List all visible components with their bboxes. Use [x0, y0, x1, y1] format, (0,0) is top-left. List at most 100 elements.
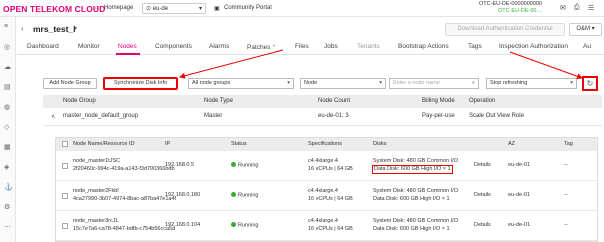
billing-mode-value: Pay-per-use	[422, 113, 455, 119]
data-disk: Data Disk: 600 GB High I/O × 1	[372, 165, 453, 174]
chevron-down-icon: ▾	[379, 80, 382, 86]
tab-components[interactable]: Components	[155, 43, 192, 50]
download-credential-button[interactable]: Download Authentication Credential	[445, 23, 565, 36]
system-disk: System Disk: 480 GB Common I/O	[373, 218, 458, 224]
top-bar: OPEN TELEKOM CLOUD ⌂ Homepage ⊙ eu-de ▾ ▣…	[0, 0, 604, 17]
tab-bootstrap-actions[interactable]: Bootstrap Actions	[398, 43, 449, 50]
details-link[interactable]: Details	[474, 162, 491, 169]
home-icon[interactable]: ⌂	[95, 5, 99, 11]
community-portal-link[interactable]: Community Portal	[224, 5, 272, 11]
status-text: Running	[238, 162, 259, 169]
status-running-icon	[231, 162, 236, 167]
node-ip: 192.168.0.104	[165, 222, 201, 228]
region-select[interactable]: ⊙ eu-de ▾	[142, 3, 206, 14]
tab-nodes[interactable]: Nodes	[118, 43, 137, 50]
globe-icon[interactable]: ◎	[4, 43, 10, 51]
menu-icon[interactable]: ☰	[588, 4, 594, 12]
account-info[interactable]: OTC-EU-DE-0000000000 OTC-EU-DE-00…	[479, 1, 542, 15]
nodes-table-header: Node Name/Resource ID IP Status Specific…	[56, 138, 597, 151]
tab-dashboard[interactable]: Dashboard	[27, 43, 59, 50]
row-checkbox[interactable]	[62, 193, 68, 199]
col-operation: Operation	[469, 98, 496, 104]
tab-au[interactable]: Au	[583, 43, 591, 50]
node-group-table-header: Node Group Node Type Node Count Billing …	[43, 95, 602, 108]
node-group-filter-value: All node groups	[192, 80, 231, 86]
database-icon[interactable]: ◍	[4, 103, 10, 111]
node-attribute-filter[interactable]: Node ▾	[300, 78, 386, 89]
col-node-name: Node Name/Resource ID	[73, 141, 135, 147]
tab-jobs[interactable]: Jobs	[324, 43, 338, 50]
col-node-type: Node Type	[204, 98, 233, 104]
tab-tags[interactable]: Tags	[468, 43, 482, 50]
left-service-rail: ≡ ◎ ☁ ▤ ◍ ◇ ▦ ◈ ⚓ ⚙ ⋯	[0, 17, 16, 242]
data-disk: Data Disk: 600 GB High I/O × 1	[373, 196, 450, 202]
active-tab-indicator	[116, 53, 140, 55]
node-group-row: ∧ master_node_default_group Master eu-de…	[43, 108, 602, 126]
settings-icon[interactable]: ⚙	[4, 203, 10, 211]
node-name-link[interactable]: node_master2Fkbl	[73, 188, 119, 195]
search-placeholder: Enter a node name	[393, 80, 440, 86]
node-name-search-input[interactable]: Enter a node name ⌕	[389, 78, 479, 89]
details-link[interactable]: Details	[474, 192, 491, 199]
row-checkbox[interactable]	[62, 163, 68, 169]
status-text: Running	[238, 222, 259, 229]
tab-patches[interactable]: Patches ⁺	[247, 43, 276, 51]
spec-flavor: c4.4xlarge.4	[308, 188, 338, 194]
synchronize-disk-info-button[interactable]: Synchronize Disk Info	[103, 77, 178, 90]
node-name-link[interactable]: node_master3rcJL	[73, 218, 119, 225]
col-tag: Tag	[564, 141, 573, 147]
scale-out-link[interactable]: Scale Out	[469, 113, 495, 119]
col-az: AZ	[508, 141, 516, 147]
tab-files[interactable]: Files	[295, 43, 309, 50]
tab-monitor[interactable]: Monitor	[78, 43, 100, 50]
chevron-down-icon: ▾	[198, 6, 202, 12]
om-label: O&M	[576, 26, 590, 32]
node-tag: --	[564, 162, 568, 168]
col-disks: Disks	[373, 141, 387, 147]
details-link[interactable]: Details	[474, 222, 491, 229]
network-icon[interactable]: ◇	[4, 123, 9, 131]
om-menu-button[interactable]: O&M ▾	[569, 23, 602, 36]
arrow-to-refresh	[509, 51, 583, 80]
refresh-icon[interactable]: ↻	[582, 76, 598, 91]
col-ip: IP	[165, 141, 171, 147]
tab-inspection-authorization[interactable]: Inspection Authorization	[499, 43, 568, 50]
cluster-tabs: Dashboard Monitor Nodes Components Alarm…	[17, 39, 604, 55]
row-checkbox[interactable]	[62, 223, 68, 229]
anchor-icon[interactable]: ⚓	[4, 183, 13, 191]
add-node-group-button[interactable]: Add Node Group	[43, 78, 97, 89]
print-icon[interactable]: ⎙	[574, 4, 580, 12]
node-az: eu-de-01	[508, 222, 531, 228]
homepage-link[interactable]: Homepage	[104, 5, 133, 11]
table-row: node_master2Fkbl 4ca27990-3b07-4974-8bac…	[56, 181, 597, 211]
storage-icon[interactable]: ▦	[4, 143, 11, 151]
col-node-count: Node Count	[318, 98, 351, 104]
tab-alarms[interactable]: Alarms	[209, 43, 229, 50]
system-disk: System Disk: 480 GB Common I/O	[373, 158, 458, 164]
spec-cpu-mem: 16 vCPUs | 64 GB	[308, 166, 353, 172]
server-icon[interactable]: ▤	[4, 83, 11, 91]
node-ip: 192.168.0.5	[165, 162, 195, 168]
portal-icon: ▣	[214, 6, 220, 12]
view-role-link[interactable]: View Role	[497, 113, 524, 119]
system-disk: System Disk: 480 GB Common I/O	[373, 188, 458, 194]
menu-toggle-icon[interactable]: ≡	[4, 23, 8, 30]
tab-tenants[interactable]: Tenants	[357, 43, 380, 50]
cloud-icon[interactable]: ☁	[4, 63, 11, 71]
chevron-down-icon[interactable]: ▾	[74, 25, 77, 32]
refresh-mode-select[interactable]: Stop refreshing ▾	[486, 78, 577, 89]
resource-id: 15c7e7a6-ca78-4847-bdfb-c754b56cca5d	[73, 226, 176, 232]
back-arrow-icon[interactable]: ‹	[21, 24, 24, 33]
brand-logo[interactable]: OPEN TELEKOM CLOUD	[3, 4, 105, 14]
col-node-group: Node Group	[63, 98, 96, 104]
node-group-filter[interactable]: All node groups ▾	[188, 78, 294, 89]
security-icon[interactable]: ◈	[4, 163, 9, 171]
mail-icon[interactable]: ✉	[560, 4, 566, 12]
select-all-checkbox[interactable]	[62, 141, 68, 147]
search-icon[interactable]: ⌕	[472, 79, 475, 88]
collapse-chevron-icon[interactable]: ∧	[51, 113, 55, 120]
node-name-link[interactable]: node_master1tJSC	[73, 158, 120, 165]
node-attribute-value: Node	[304, 80, 318, 86]
spec-cpu-mem: 16 vCPUs | 64 GB	[308, 226, 353, 232]
more-services-icon[interactable]: ⋯	[4, 223, 11, 231]
